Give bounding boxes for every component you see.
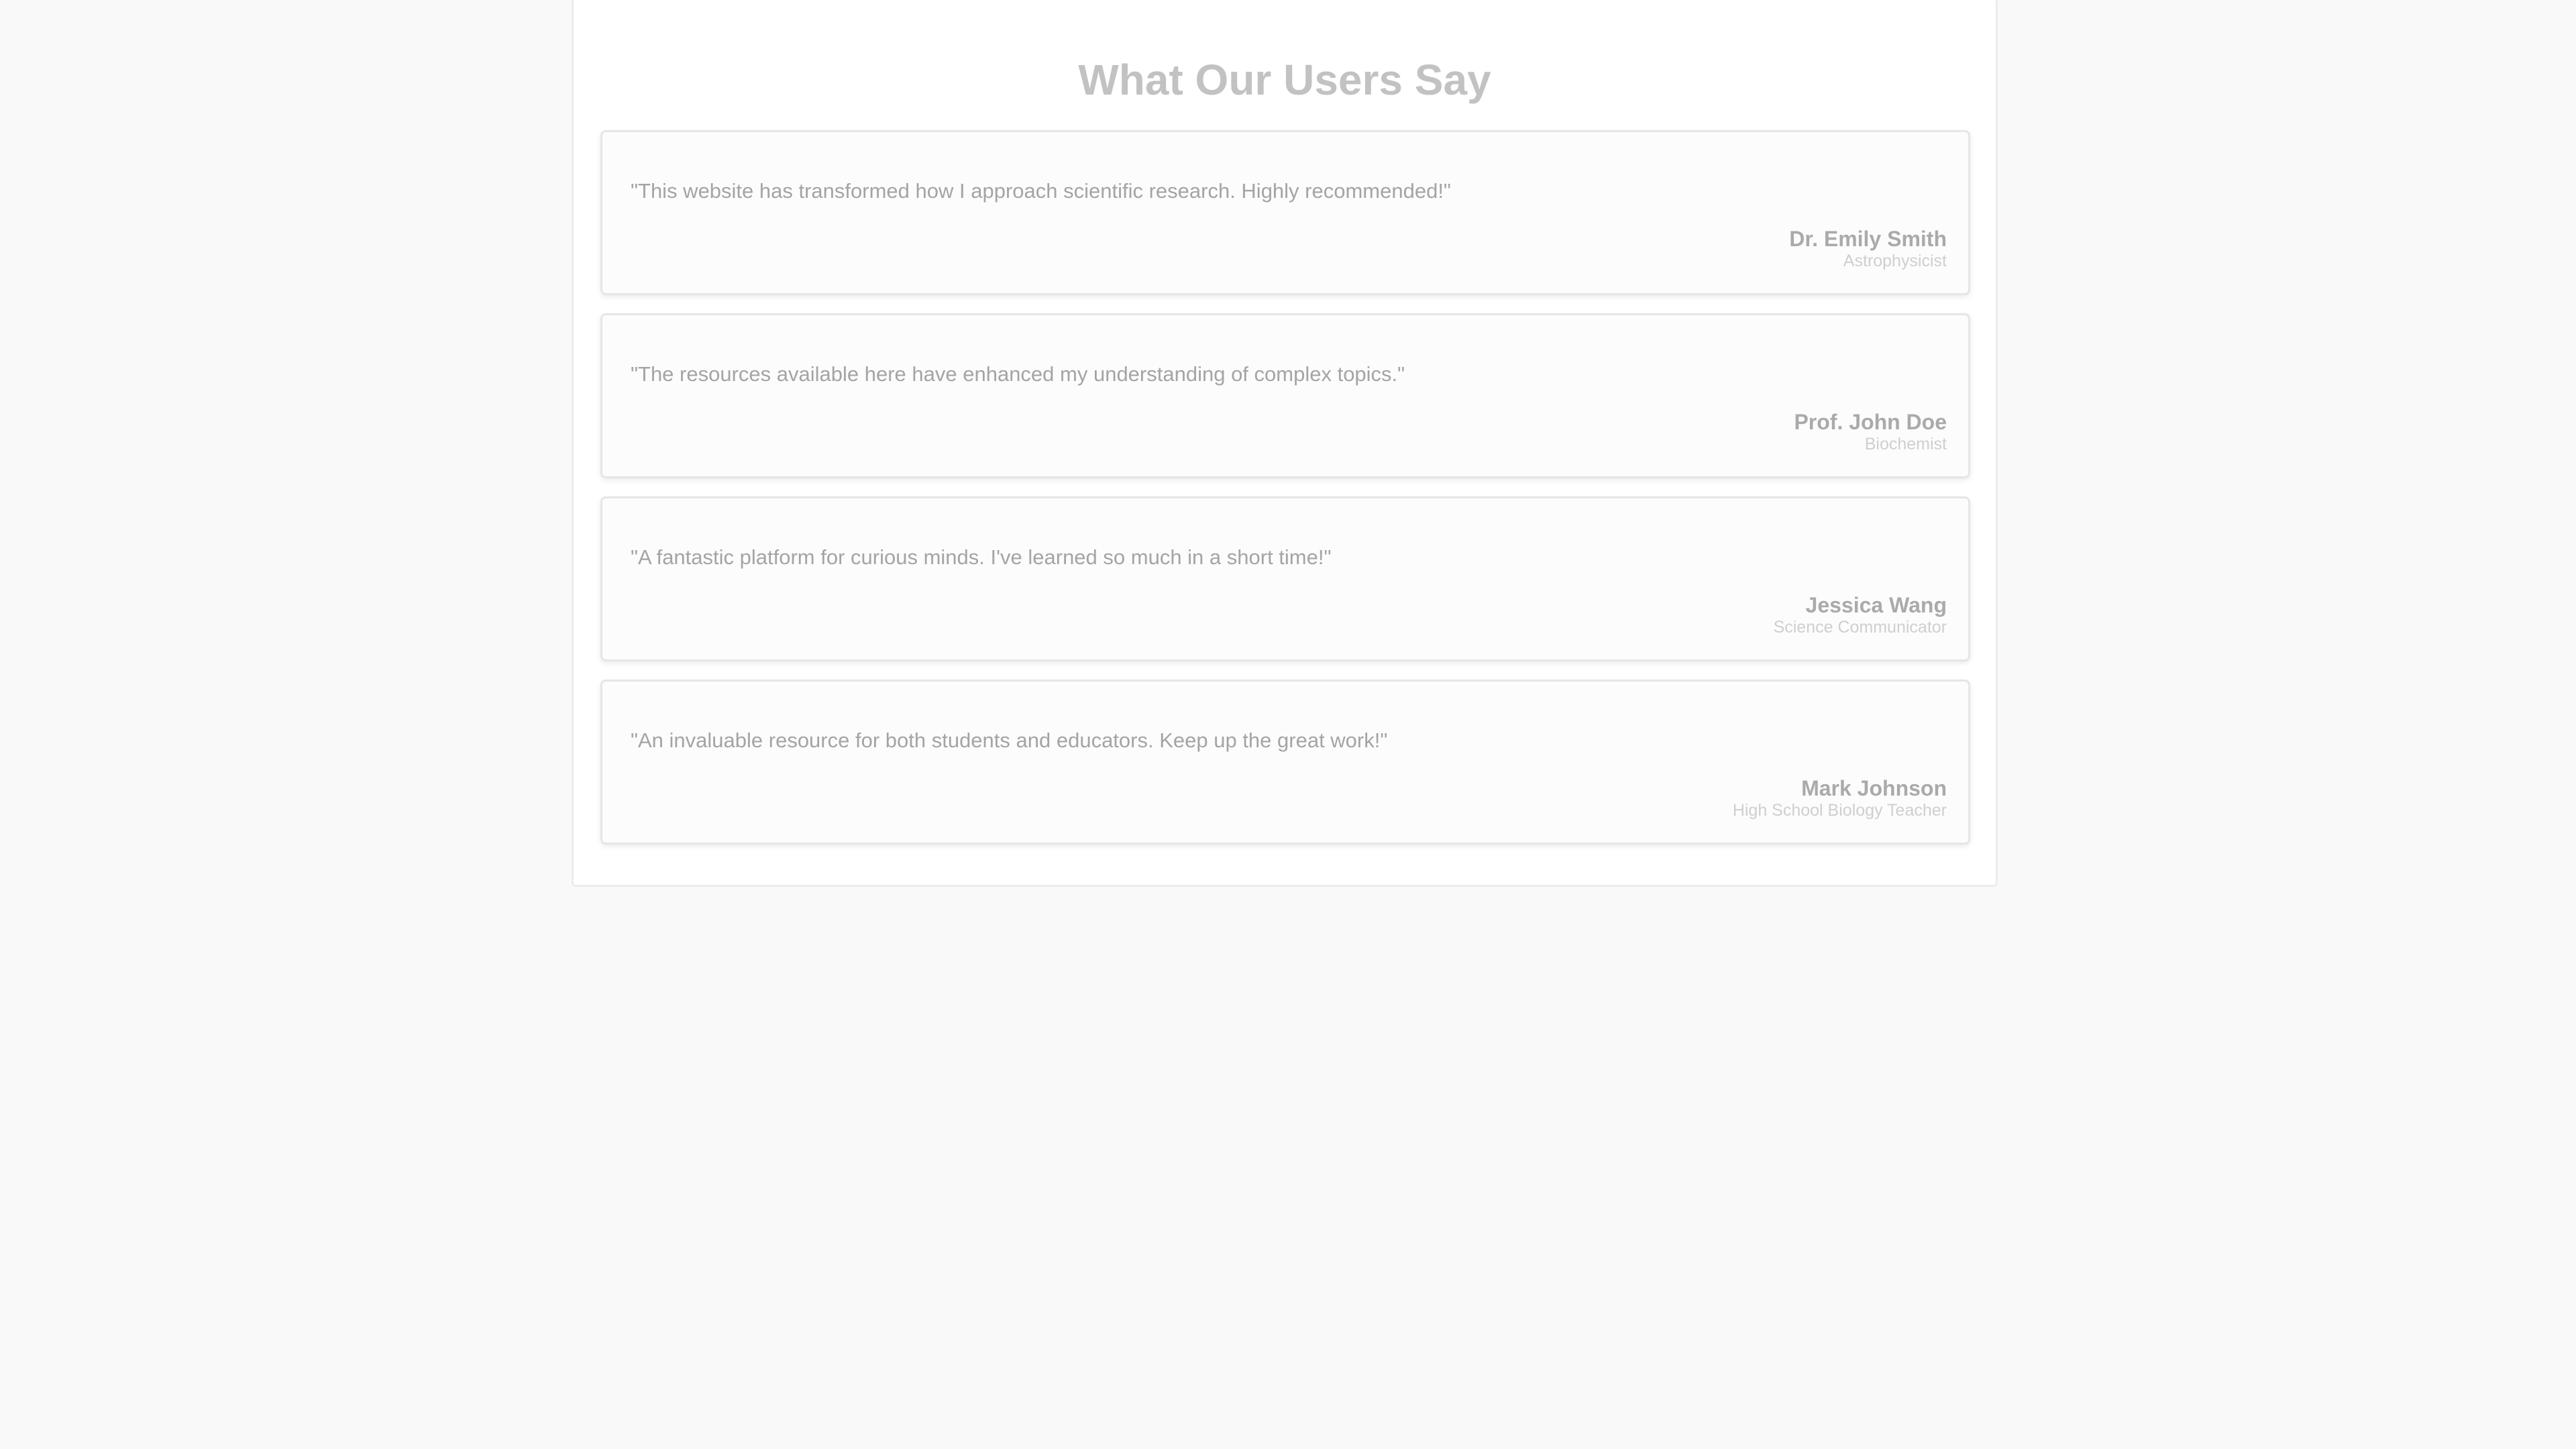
testimonial-author: Mark Johnson High School Biology Teacher — [1733, 775, 1947, 820]
testimonial-quote: "The resources available here have enhan… — [631, 362, 1405, 386]
testimonial-card: "An invaluable resource for both student… — [600, 680, 1970, 845]
testimonial-quote: "This website has transformed how I appr… — [631, 179, 1451, 203]
testimonial-card: "This website has transformed how I appr… — [600, 130, 1970, 295]
testimonial-card: "The resources available here have enhan… — [600, 313, 1970, 478]
author-role: High School Biology Teacher — [1732, 801, 1947, 820]
author-name: Dr. Emily Smith — [1789, 227, 1947, 251]
testimonial-author: Dr. Emily Smith Astrophysicist — [1789, 226, 1947, 270]
author-role: Biochemist — [1864, 435, 1947, 453]
testimonial-card: "A fantastic platform for curious minds.… — [600, 496, 1970, 661]
author-name: Mark Johnson — [1801, 776, 1947, 800]
testimonial-quote: "A fantastic platform for curious minds.… — [631, 545, 1332, 569]
author-name: Jessica Wang — [1805, 593, 1947, 617]
author-role: Astrophysicist — [1843, 252, 1947, 270]
testimonial-author: Prof. John Doe Biochemist — [1794, 409, 1947, 453]
testimonials-section: What Our Users Say "This website has tra… — [572, 0, 1998, 887]
testimonial-quote: "An invaluable resource for both student… — [631, 729, 1388, 752]
page-title: What Our Users Say — [1078, 56, 1491, 104]
testimonial-author: Jessica Wang Science Communicator — [1774, 592, 1947, 637]
author-name: Prof. John Doe — [1794, 410, 1947, 434]
author-role: Science Communicator — [1773, 618, 1947, 637]
